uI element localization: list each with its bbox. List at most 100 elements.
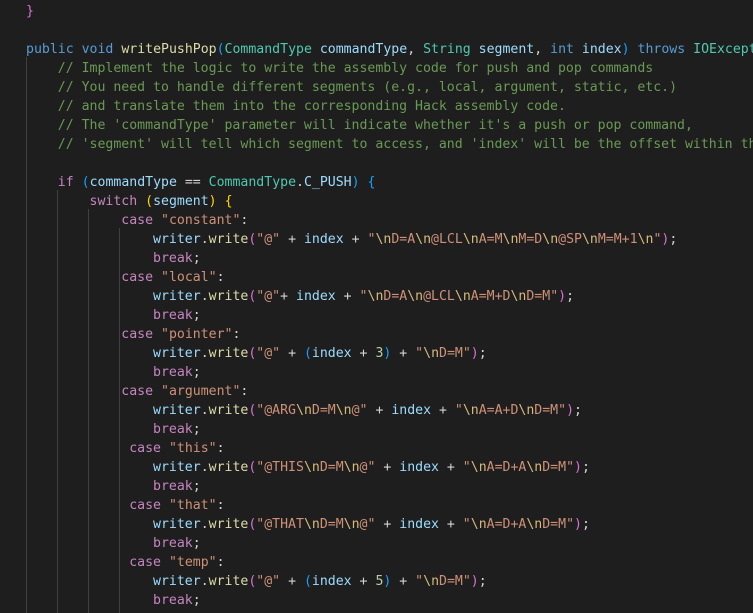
code-token: " [462, 346, 471, 361]
code-token: "@" [256, 289, 281, 304]
code-token: ; [192, 479, 201, 494]
code-token: segment [478, 42, 535, 57]
code-token: String [423, 42, 471, 57]
code-token: \n [367, 289, 384, 304]
code-token: ; [192, 365, 201, 380]
code-token: \n [296, 403, 312, 418]
code-token: \n [502, 232, 519, 247]
code-token: : [216, 555, 225, 570]
code-token: " [550, 289, 559, 304]
code-token: + [351, 574, 376, 589]
code-token: ; [669, 232, 678, 247]
code-line: } [26, 2, 34, 21]
code-token: == [176, 175, 209, 190]
code-token: "local" [161, 270, 217, 285]
code-token: D=M [542, 517, 567, 532]
code-token: A=D+A [486, 517, 527, 532]
code-token: switch [89, 194, 138, 209]
code-token: A=M [478, 232, 503, 247]
code-token: CommandType [208, 175, 297, 190]
code-line: // and translate them into the correspon… [26, 97, 566, 116]
code-token: CommandType [224, 42, 312, 57]
code-token: \n [518, 403, 535, 418]
code-token: ; [581, 460, 590, 475]
code-token: write [208, 460, 249, 475]
code-token: "@THAT [256, 517, 304, 532]
code-token: \n [510, 289, 527, 304]
code-token: \n [415, 232, 432, 247]
code-token: writer [153, 403, 201, 418]
code-token: \n [303, 517, 320, 532]
code-token: " [566, 517, 575, 532]
code-token: D=M [311, 403, 336, 418]
code-token: \n [542, 232, 559, 247]
code-token: { [224, 194, 233, 209]
code-line: // You need to handle different segments… [26, 78, 677, 97]
code-token: D=M [319, 517, 344, 532]
code-token: ) [621, 42, 630, 57]
code-line: writer.write("@ARG\nD=M\n@" + index + "\… [26, 401, 582, 420]
code-line: case "temp": [26, 553, 225, 572]
code-token: , [534, 42, 551, 57]
code-token: \n [462, 232, 479, 247]
code-line: case "this": [26, 439, 224, 458]
code-token: " [415, 574, 424, 589]
code-token: commandType [89, 175, 177, 190]
code-line: writer.write("@" + index + "\nD=A\n@LCL\… [26, 230, 677, 249]
code-token: D=M [319, 460, 344, 475]
code-token: . [200, 517, 209, 532]
code-token: : [216, 498, 225, 513]
code-token: . [200, 346, 209, 361]
code-token: . [200, 289, 209, 304]
code-token: case [129, 555, 161, 570]
code-token: " [454, 403, 463, 418]
code-token: + [438, 460, 463, 475]
code-token: ( [145, 194, 154, 209]
code-token: + [391, 574, 416, 589]
code-token: write [208, 232, 249, 247]
code-token: write [208, 289, 249, 304]
code-token: ( [303, 346, 312, 361]
code-token: case [121, 384, 154, 399]
code-token: "temp" [168, 555, 217, 570]
code-token: "that" [168, 498, 217, 513]
code-token: + [367, 403, 392, 418]
code-token: + [351, 346, 376, 361]
code-token: + [280, 346, 304, 361]
code-token: " [558, 403, 567, 418]
code-token: ) [470, 574, 479, 589]
code-token: throws [637, 42, 686, 57]
code-token: break [153, 593, 193, 608]
code-token: \n [470, 460, 487, 475]
code-token: . [296, 175, 304, 190]
code-token: . [200, 403, 209, 418]
code-token: : [216, 270, 225, 285]
code-editor[interactable]: } public void writePushPop(CommandType co… [0, 0, 753, 613]
code-token: . [200, 574, 209, 589]
code-token: + [335, 289, 360, 304]
code-token: ; [566, 289, 575, 304]
code-token: index [399, 517, 439, 532]
code-token: write [208, 346, 249, 361]
code-token: public [26, 42, 74, 57]
code-token: write [208, 403, 249, 418]
code-token: writer [153, 574, 201, 589]
code-token: \n [454, 289, 471, 304]
code-token: writer [153, 232, 201, 247]
code-token: index [303, 232, 344, 247]
code-token: M=D [518, 232, 543, 247]
